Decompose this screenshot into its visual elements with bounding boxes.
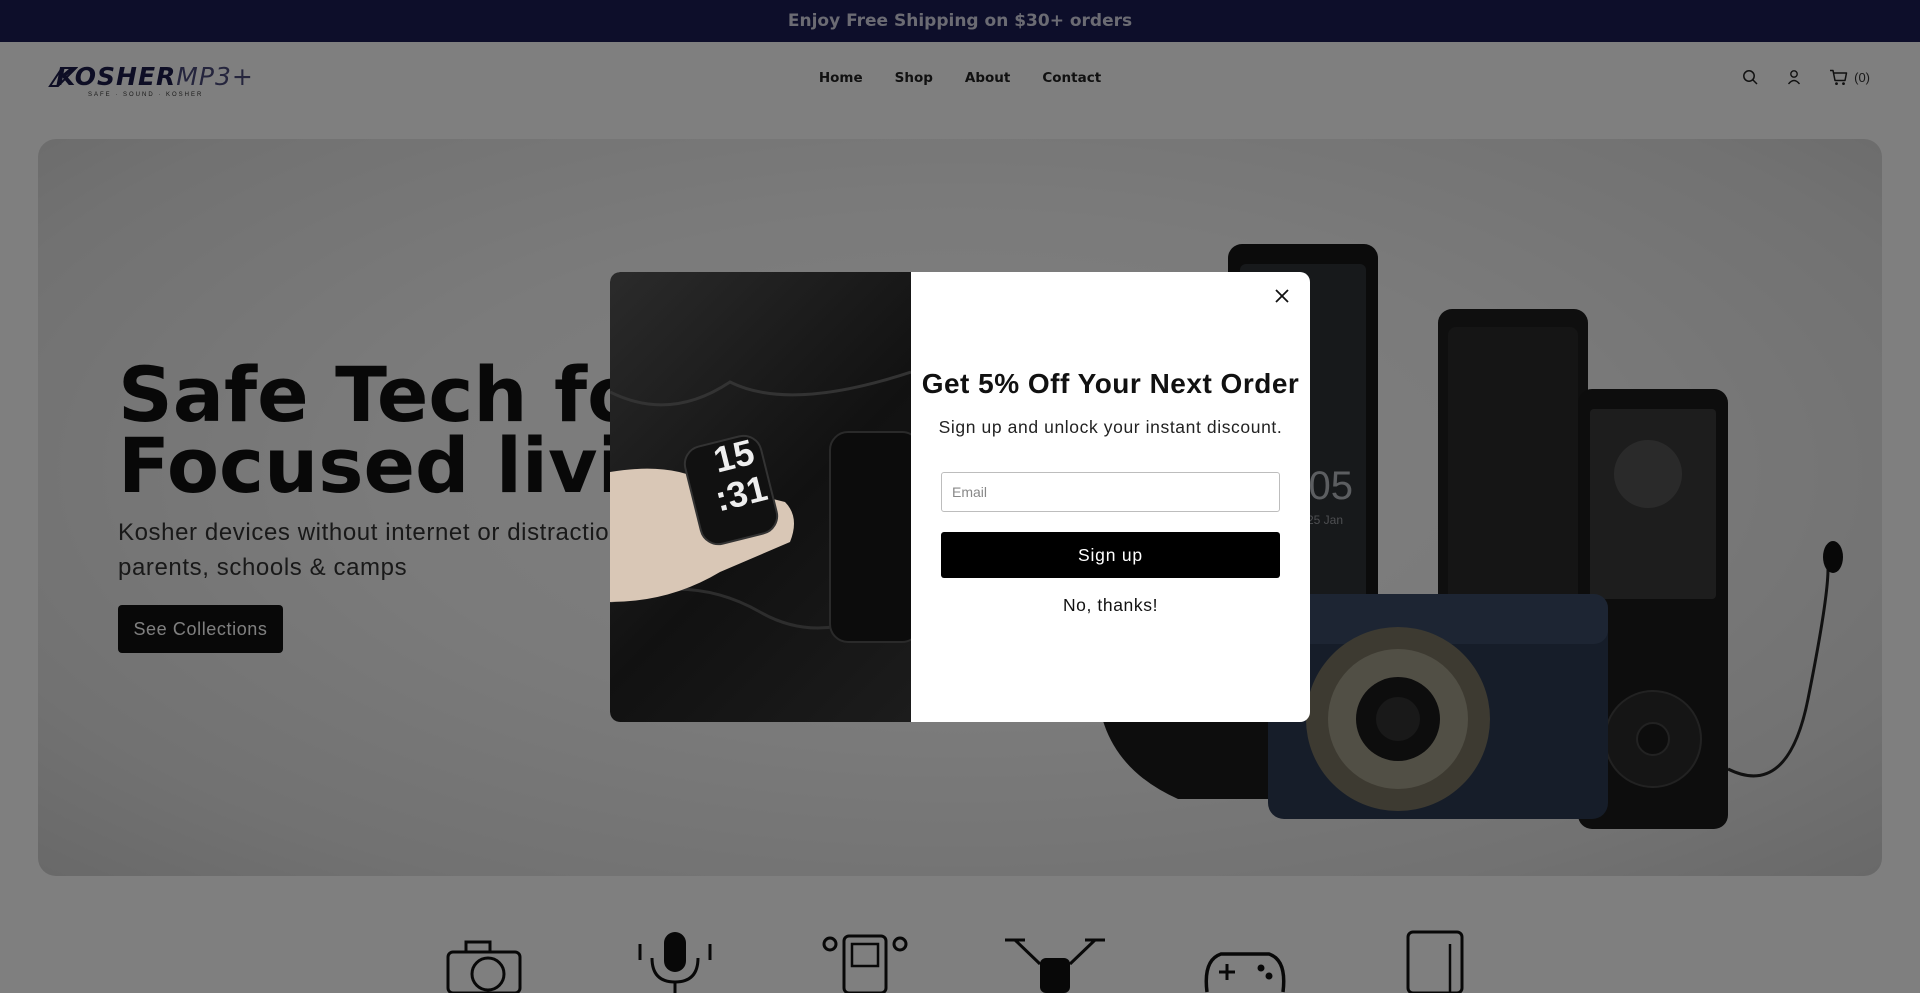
email-field[interactable] [941, 472, 1280, 512]
close-icon [1275, 289, 1289, 303]
popup-title: Get 5% Off Your Next Order [921, 368, 1300, 399]
close-popup-button[interactable] [1268, 282, 1296, 310]
popup-subtitle: Sign up and unlock your instant discount… [938, 417, 1283, 437]
popup-content: Get 5% Off Your Next Order Sign up and u… [911, 272, 1310, 722]
popup-image: 15 :31 [610, 272, 911, 722]
popup-watch-photo: 15 :31 [610, 370, 911, 643]
signup-button[interactable]: Sign up [941, 532, 1280, 578]
discount-popup: 15 :31 Get 5% Off Your Next Order Sign u… [610, 272, 1310, 722]
decline-link[interactable]: No, thanks! [911, 595, 1310, 616]
